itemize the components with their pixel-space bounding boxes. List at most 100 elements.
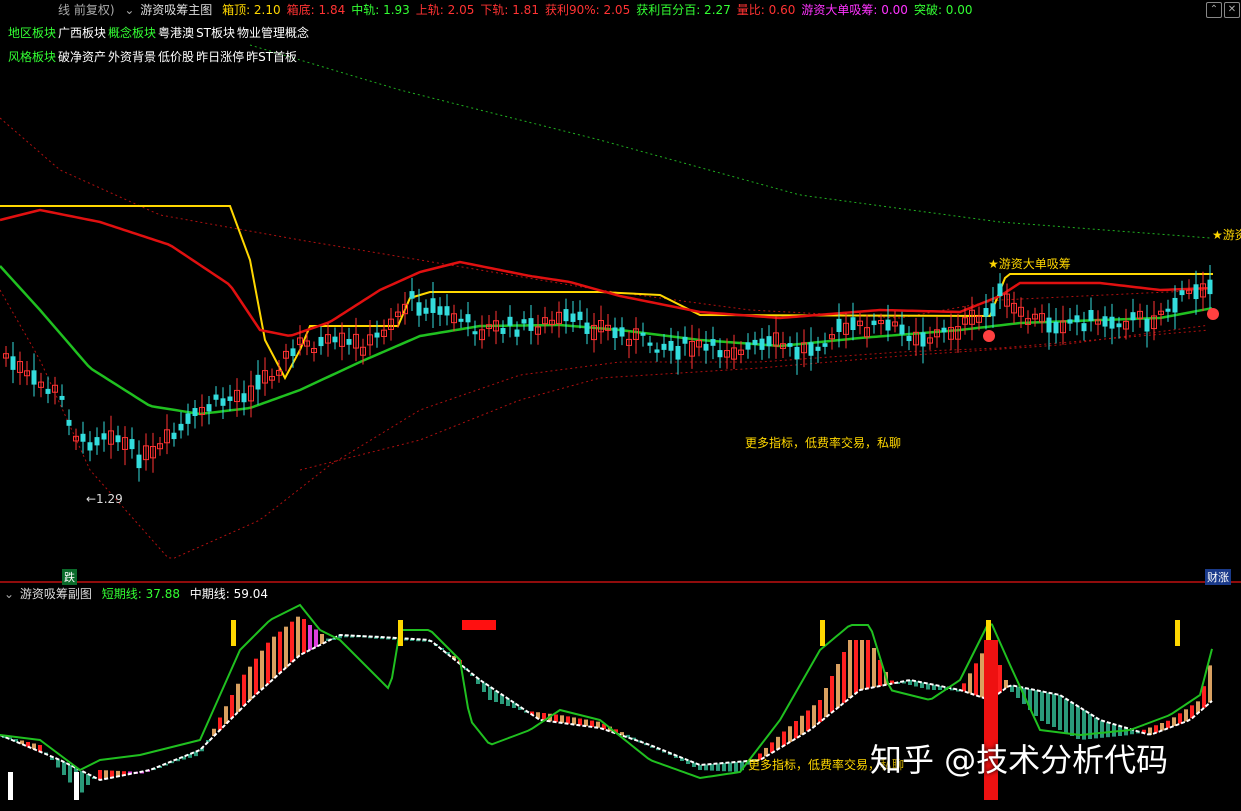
candle-body — [80, 433, 86, 442]
indicator-bar — [734, 762, 738, 772]
indicator-bar — [302, 619, 306, 653]
indicator-bar — [140, 771, 144, 774]
indicator-bar — [674, 755, 678, 758]
indicator-bar — [500, 694, 504, 704]
indicator-bar — [824, 688, 828, 718]
candle-body — [115, 435, 121, 443]
indicator-bar — [962, 683, 966, 692]
indicator-bar — [272, 636, 276, 679]
indicator-bar — [350, 635, 354, 638]
indicator-bar — [914, 681, 918, 687]
indicator-bar — [182, 756, 186, 760]
candle-body — [1130, 312, 1136, 321]
indicator-bar — [1184, 709, 1188, 722]
indicator-bar — [728, 762, 732, 772]
indicator-bar — [392, 637, 396, 640]
indicator-bar — [1154, 725, 1158, 733]
candle-body — [1109, 316, 1115, 329]
candle-body — [178, 423, 184, 431]
sector-tag[interactable]: 概念板块 — [108, 26, 156, 40]
header-item: 游资大单吸筹: 0.00 — [801, 3, 908, 17]
candle-body — [654, 349, 660, 353]
mid-line-label: 中期线: — [189, 587, 230, 601]
indicator-bar — [488, 686, 492, 700]
candle-body — [1179, 290, 1185, 296]
indicator-bar — [794, 721, 798, 739]
candle-body — [241, 393, 247, 403]
chevron-down-icon[interactable]: ⌄ — [4, 587, 14, 601]
indicator-bar — [50, 756, 54, 760]
indicator-bar — [398, 638, 402, 641]
indicator-bar — [680, 757, 684, 761]
finance-marker: 财涨 — [1205, 569, 1231, 585]
candle-body — [1067, 319, 1073, 324]
indicator-bar — [224, 706, 228, 724]
candle-body — [332, 336, 338, 343]
indicator-bar — [482, 682, 486, 692]
indicator-bar — [380, 637, 384, 640]
yellow-signal-marker — [820, 620, 825, 646]
sector-tag[interactable]: 风格板块 — [8, 50, 56, 64]
candle-body — [668, 340, 674, 351]
upper-band-line — [0, 208, 1213, 337]
indicator-bar — [536, 712, 540, 719]
indicator-bar — [1040, 691, 1044, 721]
candle-body — [192, 408, 198, 417]
candle-body — [1193, 284, 1199, 300]
sector-tag[interactable]: 昨日涨停 — [196, 50, 244, 64]
mid-band-line — [0, 265, 1213, 416]
indicator-bar — [146, 769, 150, 772]
indicator-bar — [782, 731, 786, 746]
indicator-bar — [518, 706, 522, 710]
indicator-bar — [452, 656, 456, 660]
indicator-bar — [890, 680, 894, 684]
indicator-bar — [866, 640, 870, 689]
indicator-bar — [38, 745, 42, 752]
chevron-down-icon[interactable]: ⌄ — [124, 3, 134, 17]
indicator-bar — [362, 635, 366, 638]
indicator-bar — [374, 636, 378, 639]
sector-tag[interactable]: 粤港澳 — [158, 26, 194, 40]
candle-body — [227, 396, 233, 401]
sector-tag[interactable]: 破净资产 — [58, 50, 106, 64]
indicator-bar — [542, 713, 546, 721]
sector-tag[interactable]: 广西板块 — [58, 26, 106, 40]
candle-body — [444, 306, 450, 316]
candle-body — [1207, 279, 1213, 295]
yellow-signal-marker — [398, 620, 403, 646]
indicator-bar — [152, 768, 156, 771]
sector-tag[interactable]: 低价股 — [158, 50, 194, 64]
header-item: 箱顶: 2.10 — [222, 3, 281, 17]
sector-tag[interactable]: ST板块 — [196, 26, 235, 40]
main-price-chart — [0, 44, 1241, 583]
candle-body — [59, 395, 65, 400]
indicator-bar — [872, 648, 876, 688]
sector-tag[interactable]: 地区板块 — [8, 26, 56, 40]
indicator-bar — [218, 717, 222, 730]
header-prefix: 线 前复权) — [58, 3, 115, 17]
indicator-bar — [1070, 702, 1074, 736]
candle-body — [346, 339, 352, 345]
candle-body — [206, 404, 212, 412]
candle-body — [822, 343, 828, 347]
sector-tag[interactable]: 昨ST首板 — [246, 50, 297, 64]
indicator-bar — [1136, 731, 1140, 734]
indicator-bar — [956, 689, 960, 692]
sector-tag[interactable]: 物业管理概念 — [237, 26, 309, 40]
candle-body — [416, 302, 422, 316]
indicator-bar — [1016, 686, 1020, 698]
sector-tag[interactable]: 外资背景 — [108, 50, 156, 64]
indicator-bar — [494, 690, 498, 702]
header-item: 上轨: 2.05 — [415, 3, 475, 17]
indicator-bar — [116, 770, 120, 777]
candle-body — [640, 332, 646, 336]
candle-body — [94, 437, 100, 446]
candle-body — [1088, 310, 1094, 321]
sub-header: ⌄ 游资吸筹副图 短期线: 37.88 中期线: 59.04 — [0, 584, 274, 604]
indicator-bar — [308, 625, 312, 650]
candle-body — [710, 339, 716, 346]
collapse-icon[interactable]: ⌃ — [1206, 2, 1222, 18]
indicator-bar — [1190, 705, 1194, 719]
close-icon[interactable]: ✕ — [1224, 2, 1240, 18]
indicator-bar — [974, 663, 978, 696]
